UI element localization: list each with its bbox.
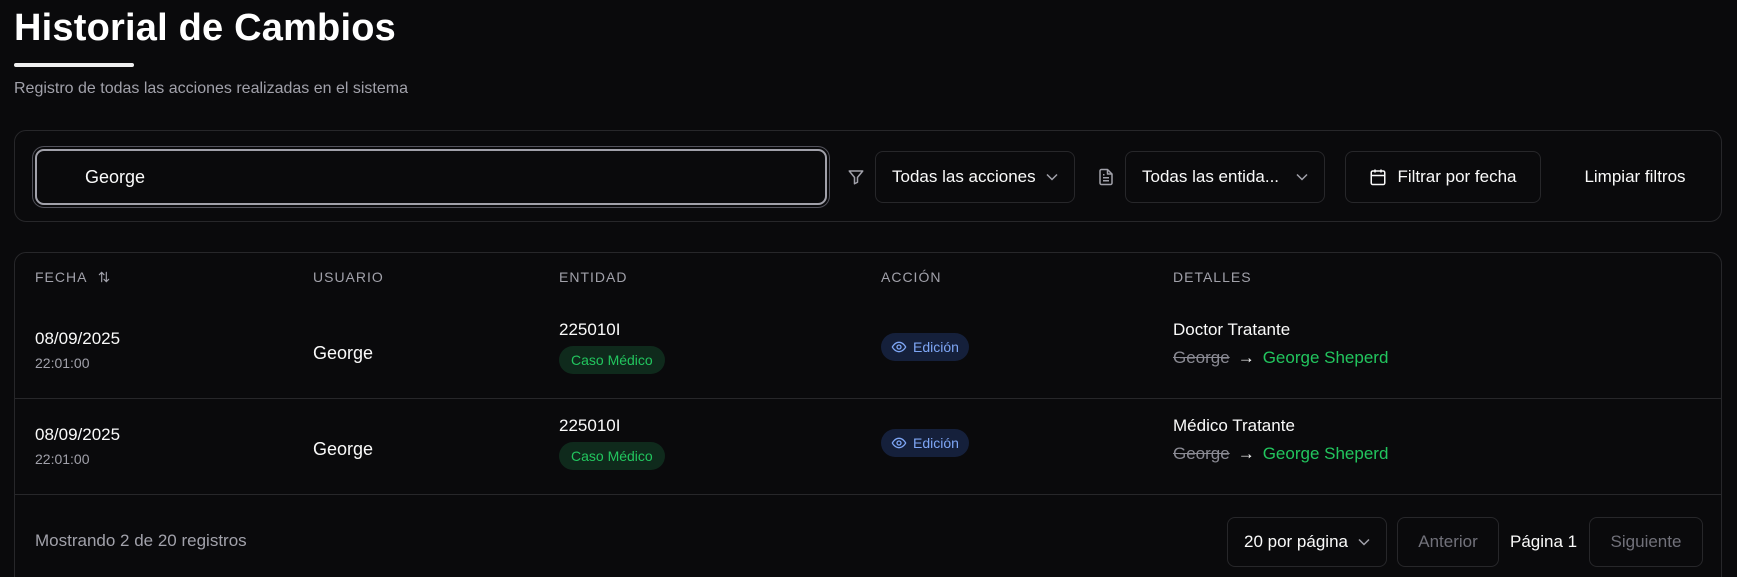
row-date: 08/09/2025 bbox=[35, 329, 121, 348]
page-header: Historial de Cambios Registro de todas l… bbox=[14, 6, 408, 98]
old-value: George bbox=[1173, 444, 1230, 463]
value-change: George → George Sheperd bbox=[1173, 348, 1388, 368]
column-header-entity: ENTIDAD bbox=[559, 269, 628, 285]
action-badge-label: Edición bbox=[913, 435, 959, 451]
search-field[interactable] bbox=[35, 149, 827, 205]
calendar-icon bbox=[1370, 169, 1386, 186]
row-entity-id: 225010I bbox=[559, 416, 621, 435]
page-title: Historial de Cambios bbox=[14, 7, 396, 49]
date-filter-button[interactable]: Filtrar por fecha bbox=[1345, 151, 1541, 203]
sort-icon bbox=[99, 271, 110, 283]
entity-type-badge: Caso Médico bbox=[559, 442, 665, 470]
filter-icon bbox=[848, 170, 864, 185]
title-underline bbox=[14, 63, 134, 67]
changed-field: Médico Tratante bbox=[1173, 416, 1295, 435]
search-input[interactable] bbox=[85, 166, 825, 188]
entity-type-badge: Caso Médico bbox=[559, 346, 665, 374]
entities-select[interactable]: Todas las entida... bbox=[1125, 151, 1325, 203]
entities-select-label: Todas las entida... bbox=[1142, 167, 1280, 186]
chevron-down-icon bbox=[1296, 173, 1308, 181]
records-count: Mostrando 2 de 20 registros bbox=[35, 531, 247, 550]
action-badge: Edición bbox=[881, 333, 969, 361]
new-value: George Sheperd bbox=[1262, 444, 1389, 463]
row-date: 08/09/2025 bbox=[35, 425, 121, 444]
chevron-down-icon bbox=[1046, 173, 1058, 181]
value-change: George → George Sheperd bbox=[1173, 444, 1388, 464]
per-page-label: 20 por página bbox=[1244, 532, 1348, 551]
row-user: George bbox=[313, 439, 374, 459]
old-value: George bbox=[1173, 348, 1230, 367]
per-page-select[interactable]: 20 por página bbox=[1227, 517, 1387, 567]
new-value: George Sheperd bbox=[1262, 348, 1389, 367]
table-header: FECHA USUARIO ENTIDAD ACCIÓN DETALLES bbox=[15, 253, 1721, 303]
column-header-user: USUARIO bbox=[313, 269, 384, 285]
pagination-footer: Mostrando 2 de 20 registros 20 por págin… bbox=[15, 495, 1721, 577]
previous-page-button[interactable]: Anterior bbox=[1397, 517, 1499, 567]
eye-icon bbox=[891, 341, 907, 353]
filter-bar: Todas las acciones Todas las entida... F… bbox=[14, 130, 1722, 222]
date-filter-label: Filtrar por fecha bbox=[1397, 167, 1517, 186]
clear-filters-button[interactable]: Limpiar filtros bbox=[1565, 151, 1705, 203]
eye-icon bbox=[891, 437, 907, 449]
arrow-icon: → bbox=[1237, 348, 1255, 367]
column-header-date-label: FECHA bbox=[35, 269, 88, 285]
row-time: 22:01:00 bbox=[35, 451, 90, 467]
row-entity-id: 225010I bbox=[559, 320, 621, 339]
changes-table: FECHA USUARIO ENTIDAD ACCIÓN DETALLES 08… bbox=[14, 252, 1722, 577]
table-row[interactable]: 08/09/2025 22:01:00 George 225010I Caso … bbox=[15, 303, 1721, 399]
row-user: George bbox=[313, 343, 374, 363]
actions-select[interactable]: Todas las acciones bbox=[875, 151, 1075, 203]
current-page-label: Página 1 bbox=[1510, 532, 1578, 551]
document-icon bbox=[1099, 168, 1113, 186]
arrow-icon: → bbox=[1237, 444, 1255, 463]
column-header-date[interactable]: FECHA bbox=[35, 269, 111, 285]
column-header-action: ACCIÓN bbox=[881, 269, 942, 285]
chevron-down-icon bbox=[1358, 538, 1370, 546]
page-subtitle: Registro de todas las acciones realizada… bbox=[14, 80, 408, 97]
action-badge-label: Edición bbox=[913, 339, 959, 355]
changed-field: Doctor Tratante bbox=[1173, 320, 1291, 339]
column-header-details: DETALLES bbox=[1173, 269, 1252, 285]
table-row[interactable]: 08/09/2025 22:01:00 George 225010I Caso … bbox=[15, 399, 1721, 495]
action-badge: Edición bbox=[881, 429, 969, 457]
row-time: 22:01:00 bbox=[35, 355, 90, 371]
actions-select-label: Todas las acciones bbox=[892, 167, 1036, 186]
next-page-button[interactable]: Siguiente bbox=[1589, 517, 1703, 567]
